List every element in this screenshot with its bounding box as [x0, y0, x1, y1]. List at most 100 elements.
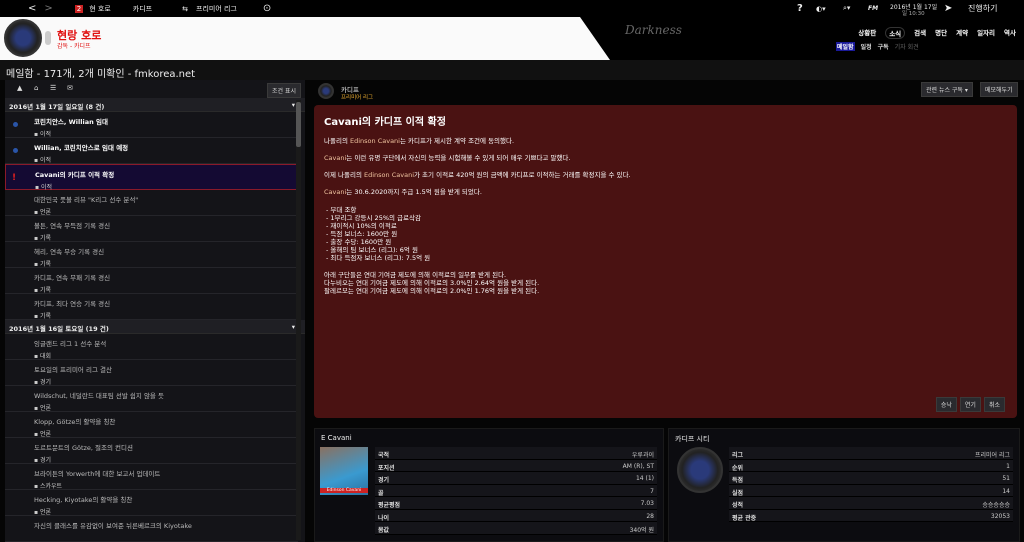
stat-label: 포지션: [378, 464, 395, 472]
nav-contracts[interactable]: 계약: [956, 27, 968, 39]
stat-row: 경기 14 (1): [375, 472, 657, 485]
clause-line: - 최다 득점자 보너스 (리그): 7.5억 원: [326, 254, 431, 262]
nav-jobs[interactable]: 일자리: [977, 27, 995, 39]
inbox-scrollbar[interactable]: [296, 100, 301, 540]
collapse-icon[interactable]: ▾: [292, 323, 295, 331]
item-title: Hecking, Kiyotake의 활약을 칭찬: [34, 496, 133, 504]
sender-league: 프리미어 리그: [341, 95, 374, 101]
nav-history[interactable]: 역사: [1004, 27, 1016, 39]
stat-row: 성적 승승승승승: [729, 497, 1013, 510]
accept-button[interactable]: 승낙: [935, 397, 957, 412]
filter-button[interactable]: 조건 표시: [267, 83, 301, 98]
home-icon[interactable]: ⌂: [34, 84, 38, 92]
list-item[interactable]: 도르트문트의 Götze, 절조의 컨디션 ▪ 경기: [5, 438, 298, 464]
item-category: 언론: [39, 405, 52, 412]
item-category: 언론: [39, 509, 52, 516]
subnav-press[interactable]: 기자 회견: [895, 42, 919, 51]
manager-switch[interactable]: [45, 31, 51, 45]
subnav-schedule[interactable]: 일정: [861, 42, 872, 51]
player-name[interactable]: E Cavani: [315, 429, 663, 447]
item-category: 기록: [39, 235, 52, 242]
related-news-button[interactable]: 관련 뉴스 구독 ▾: [921, 82, 973, 97]
item-title: 토요일의 프리미어 리그 결산: [34, 366, 112, 374]
photo-caption: Edinson Cavani: [320, 488, 368, 493]
inbox-list: ▲ ⌂ ☰ ✉ 조건 표시 2016년 1월 17일 일요일 (8 건) ▾ 코린치…: [5, 80, 305, 542]
solidarity-line: 아래 구단들은 연대 기여금 제도에 의해 이적료의 일부를 받게 된다.: [324, 271, 507, 279]
list-item[interactable]: Hecking, Kiyotake의 활약을 칭찬 ▪ 언론: [5, 490, 298, 516]
stat-row: 국적 우루과이: [375, 447, 657, 460]
more-icon[interactable]: ⊙: [263, 3, 271, 14]
stat-value: 우루과이: [631, 452, 654, 459]
top-bar: < > 2 현 호로 카디프 ⇆ 프리미어 리그 ⊙ ? ◐▾ ⌕▾ FM 20…: [0, 0, 1024, 17]
club-name[interactable]: 카디프 시티: [669, 429, 1019, 449]
list-item[interactable]: Willian, 코린치안스로 임대 예정 ▪ 이적: [5, 138, 298, 164]
item-category: 이적: [39, 131, 52, 138]
list-item[interactable]: 대한민국 풋볼 리뷰 "K리그 선수 분석" ▪ 언론: [5, 190, 298, 216]
list-item[interactable]: 잉글랜드 리그 1 선수 분석 ▪ 대회: [5, 334, 298, 360]
message-paragraph: Cavani는 30.6.2020까지 주급 1.5억 원을 받게 되었다.: [324, 188, 482, 196]
player-stats: 국적 우루과이 포지션 AM (R), ST 경기 14 (1) 골 7 평균평점 7.03 나이 2…: [375, 447, 657, 535]
forward-button[interactable]: >: [44, 3, 52, 14]
message-actions: 승낙 연기 취소: [935, 397, 1005, 412]
unread-dot-icon: [13, 148, 18, 153]
list-item[interactable]: 브라이튼의 Yorwerth에 대한 보고서 업데이트 ▪ 스카우트: [5, 464, 298, 490]
stat-value: 32053: [990, 512, 1010, 520]
nav-search[interactable]: 검색: [914, 27, 926, 39]
cancel-button[interactable]: 취소: [983, 397, 1005, 412]
list-item[interactable]: 카디프, 연속 무패 기록 경신 ▪ 기록: [5, 268, 298, 294]
club-card: 카디프 시티 리그 프리미어 리그 순위 1 득점 51 실점 14 성적 승승승승승 평균 관중 3…: [668, 428, 1020, 542]
item-category: 언론: [39, 209, 52, 216]
item-category: 기록: [39, 287, 52, 294]
item-title: Cavani의 카디프 이적 확정: [35, 171, 115, 179]
list-item[interactable]: 토요일의 프리미어 리그 결산 ▪ 경기: [5, 360, 298, 386]
stat-label: 순위: [732, 464, 744, 472]
stat-label: 경기: [378, 477, 390, 484]
list-item[interactable]: 코린치안스, Willian 임대 ▪ 이적: [5, 112, 298, 138]
list-item[interactable]: ! Cavani의 카디프 이적 확정 ▪ 이적: [5, 164, 298, 191]
list-item[interactable]: 헤리, 연속 무승 기록 경신 ▪ 기록: [5, 242, 298, 268]
date-group-header[interactable]: 2016년 1월 17일 일요일 (8 건) ▾: [5, 98, 305, 112]
inbox-badge[interactable]: 2: [74, 4, 84, 13]
list-item[interactable]: Klopp, Götze의 활약을 칭찬 ▪ 언론: [5, 412, 298, 438]
mail-icon[interactable]: ✉: [67, 84, 73, 92]
stat-value: 14 (1): [635, 475, 654, 482]
club-menu[interactable]: 카디프: [133, 4, 152, 14]
date-group-header[interactable]: 2016년 1월 16일 토요일 (19 건) ▾: [5, 320, 305, 334]
list-item[interactable]: 카디프, 최다 연승 기록 경신 ▪ 기록: [5, 294, 298, 320]
clause-line: - 득점 보너스: 1600만 원: [326, 230, 398, 238]
stat-value: 14: [1002, 487, 1010, 495]
globe-icon[interactable]: ◐▾: [816, 5, 826, 13]
solidarity-line: 팔레르모는 연대 기여금 제도에 의해 이적료의 2.0%인 1.76억 원을 …: [324, 287, 540, 295]
item-category: 기록: [39, 261, 52, 268]
collapse-icon[interactable]: ▾: [292, 101, 295, 109]
subnav-inbox[interactable]: 메일함: [836, 42, 855, 51]
list-icon[interactable]: ☰: [50, 84, 56, 92]
search-icon[interactable]: ⌕▾: [843, 4, 850, 13]
continue-button[interactable]: 진행하기: [968, 3, 997, 14]
help-icon[interactable]: ?: [797, 3, 803, 14]
list-item[interactable]: 자신의 클래스를 유감없이 보여준 뉘른베르크의 Kiyotake: [5, 516, 298, 542]
fm-menu[interactable]: FM: [868, 5, 878, 12]
item-title: 자신의 클래스를 유감없이 보여준 뉘른베르크의 Kiyotake: [34, 522, 192, 530]
inbox-toolbar: ▲ ⌂ ☰ ✉ 조건 표시: [5, 80, 305, 98]
delay-button[interactable]: 연기: [959, 397, 981, 412]
solidarity: 아래 구단들은 연대 기여금 제도에 의해 이적료의 일부를 받게 된다. 다누비…: [324, 271, 1007, 295]
clause-line: - 출장 수당: 1600만 원: [326, 238, 392, 246]
nav-dashboard[interactable]: 상황판: [858, 27, 876, 39]
up-icon[interactable]: ▲: [17, 84, 22, 92]
item-title: 볼튼, 연속 무득점 기록 경신: [34, 222, 111, 230]
nav-squad[interactable]: 명단: [935, 27, 947, 39]
manager-menu[interactable]: 현 호로: [89, 4, 111, 14]
message-paragraph: 나폴리의 Edinson Cavani는 카디프가 제시한 계약 조건에 동의했…: [324, 137, 515, 145]
list-item[interactable]: 볼튼, 연속 무득점 기록 경신 ▪ 기록: [5, 216, 298, 242]
continue-arrow-icon[interactable]: ➤: [944, 3, 952, 14]
list-item[interactable]: Wildschut, 네덜란드 대표팀 선발 쉽지 않을 듯 ▪ 언론: [5, 386, 298, 412]
stat-row: 득점 51: [729, 472, 1013, 485]
back-button[interactable]: <: [28, 3, 36, 14]
stat-label: 리그: [732, 452, 744, 459]
subnav-subscriptions[interactable]: 구독: [878, 42, 889, 51]
nav-news[interactable]: 소식: [885, 27, 906, 39]
league-menu[interactable]: 프리미어 리그: [196, 4, 237, 14]
club-crest: [677, 447, 723, 493]
memo-button[interactable]: 메모해두기: [980, 82, 1018, 97]
